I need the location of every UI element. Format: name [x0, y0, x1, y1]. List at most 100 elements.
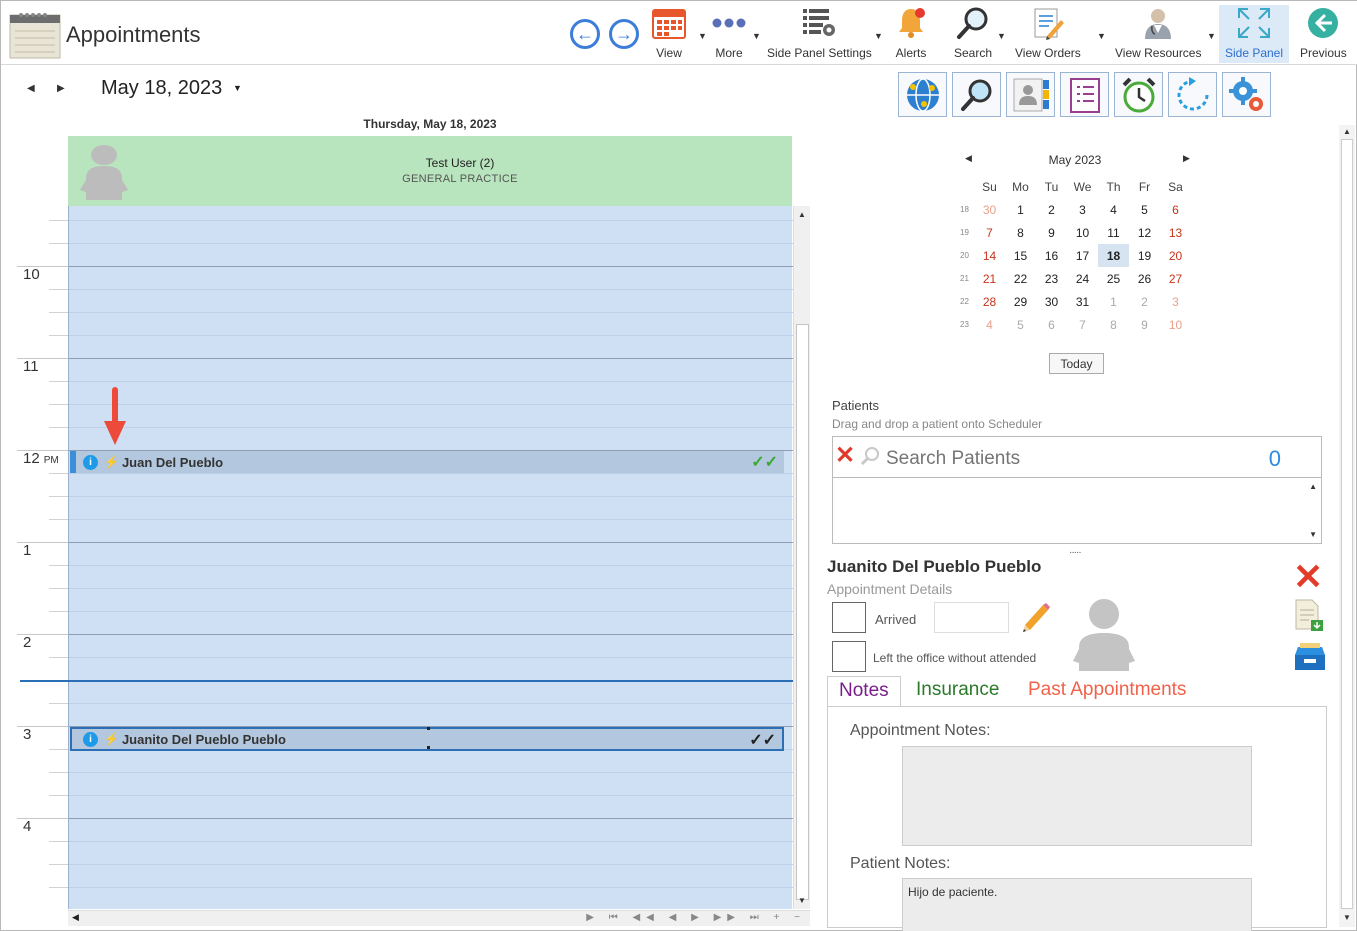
calendar-day-cell[interactable]: 11 [1098, 221, 1129, 244]
appointment-notes-textarea[interactable] [902, 746, 1252, 846]
calendar-day-cell[interactable]: 12 [1129, 221, 1160, 244]
toolbar-view-resources-button[interactable]: View Resources [1115, 5, 1201, 63]
horizontal-scrollbar[interactable]: ◀ ▶ ⏮ ◀◀ ◀ ▶ ▶▶ ⏭ + − [68, 910, 810, 926]
calendar-day-cell[interactable]: 25 [1098, 267, 1129, 290]
tab-insurance[interactable]: Insurance [905, 676, 1010, 706]
calendar-day-cell[interactable]: 30 [974, 198, 1005, 221]
document-download-icon[interactable] [1294, 598, 1324, 632]
scrollbar-thumb[interactable] [796, 324, 809, 900]
calendar-day-cell[interactable]: 7 [1067, 313, 1098, 336]
appointment-juanito-del-pueblo-pueblo[interactable]: i ⚡ Juanito Del Pueblo Pueblo ✓✓ [70, 727, 784, 751]
toolbar-previous-button[interactable]: Previous [1300, 5, 1347, 63]
view-resources-caret[interactable]: ▼ [1207, 31, 1216, 41]
patient-results-list[interactable]: ▲ ▼ [832, 478, 1322, 544]
calendar-day-cell[interactable]: 20 [1160, 244, 1191, 267]
side-panel-contact-card-button[interactable] [1006, 72, 1055, 117]
side-panel-refresh-button[interactable] [1168, 72, 1217, 117]
calendar-next-month-arrow[interactable]: ▶ [1183, 153, 1190, 164]
tab-past-appointments[interactable]: Past Appointments [1017, 676, 1197, 706]
calendar-day-cell[interactable]: 4 [1098, 198, 1129, 221]
calendar-day-cell[interactable]: 10 [1160, 313, 1191, 336]
pencil-edit-icon[interactable] [1019, 601, 1051, 633]
calendar-day-cell[interactable]: 24 [1067, 267, 1098, 290]
info-icon[interactable]: i [83, 731, 98, 747]
view-dropdown-caret[interactable]: ▼ [698, 31, 707, 41]
calendar-day-cell[interactable]: 3 [1067, 198, 1098, 221]
calendar-day-cell[interactable]: 6 [1036, 313, 1067, 336]
toolbar-view-orders-button[interactable]: View Orders [1015, 5, 1081, 63]
calendar-day-cell[interactable]: 28 [974, 290, 1005, 313]
calendar-day-cell[interactable]: 15 [1005, 244, 1036, 267]
calendar-day-cell[interactable]: 1 [1005, 198, 1036, 221]
panel-splitter-handle[interactable]: ····· [1069, 547, 1082, 558]
resize-handle-top[interactable] [427, 727, 430, 730]
calendar-day-cell[interactable]: 8 [1005, 221, 1036, 244]
side-panel-search-button[interactable] [952, 72, 1001, 117]
side-panel-alarm-button[interactable] [1114, 72, 1163, 117]
resource-day-column[interactable]: i ⚡ Juan Del Pueblo ✓✓ i ⚡ Juanito Del P… [68, 206, 793, 909]
scroll-down-arrow[interactable]: ▼ [798, 896, 806, 905]
arrived-time-field[interactable] [934, 602, 1009, 633]
calendar-day-cell[interactable]: 19 [1129, 244, 1160, 267]
calendar-day-cell[interactable]: 26 [1129, 267, 1160, 290]
resize-handle-bottom[interactable] [427, 746, 430, 749]
appointment-juan-del-pueblo[interactable]: i ⚡ Juan Del Pueblo ✓✓ [70, 451, 784, 473]
resource-navigation-buttons[interactable]: ▶ ⏮ ◀◀ ◀ ▶ ▶▶ ⏭ + − [586, 912, 806, 923]
toolbar-side-panel-button[interactable]: Side Panel [1219, 5, 1289, 63]
side-panel-checklist-button[interactable] [1060, 72, 1109, 117]
vertical-scrollbar[interactable]: ▲ ▼ [793, 206, 810, 909]
back-arrow-button[interactable]: ← [570, 19, 600, 49]
clear-search-icon[interactable]: ✕ [835, 444, 855, 468]
calendar-day-cell[interactable]: 9 [1036, 221, 1067, 244]
calendar-today-button[interactable]: Today [1049, 353, 1104, 374]
side-panel-settings-caret[interactable]: ▼ [874, 31, 883, 41]
side-panel-settings-button[interactable] [1222, 72, 1271, 117]
side-scrollbar-thumb[interactable] [1341, 139, 1353, 909]
arrived-checkbox[interactable] [832, 602, 866, 633]
toolbar-alerts-button[interactable]: Alerts [891, 5, 931, 63]
calendar-day-cell[interactable]: 23 [1036, 267, 1067, 290]
calendar-day-cell[interactable]: 3 [1160, 290, 1191, 313]
left-without-attended-checkbox[interactable] [832, 641, 866, 672]
calendar-day-cell[interactable]: 30 [1036, 290, 1067, 313]
calendar-day-cell[interactable]: 5 [1129, 198, 1160, 221]
calendar-day-cell[interactable]: 6 [1160, 198, 1191, 221]
calendar-day-cell[interactable]: 29 [1005, 290, 1036, 313]
side-scroll-down-arrow[interactable]: ▼ [1343, 913, 1351, 922]
calendar-day-cell[interactable]: 10 [1067, 221, 1098, 244]
calendar-day-cell[interactable]: 2 [1129, 290, 1160, 313]
calendar-day-cell[interactable]: 2 [1036, 198, 1067, 221]
search-dropdown-caret[interactable]: ▼ [997, 31, 1006, 41]
scroll-up-arrow[interactable]: ▲ [798, 210, 806, 219]
calendar-day-cell[interactable]: 16 [1036, 244, 1067, 267]
date-picker-caret[interactable]: ▼ [233, 83, 242, 93]
toolbar-view-button[interactable]: View [649, 5, 689, 63]
calendar-day-cell[interactable]: 17 [1067, 244, 1098, 267]
calendar-day-cell[interactable]: 18 [1098, 244, 1129, 267]
calendar-day-cell[interactable]: 8 [1098, 313, 1129, 336]
calendar-day-cell[interactable]: 1 [1098, 290, 1129, 313]
toolbar-search-button[interactable]: Search [953, 5, 993, 63]
calendar-day-cell[interactable]: 22 [1005, 267, 1036, 290]
calendar-day-cell[interactable]: 14 [974, 244, 1005, 267]
calendar-day-cell[interactable]: 5 [1005, 313, 1036, 336]
calendar-day-cell[interactable]: 4 [974, 313, 1005, 336]
next-day-arrow[interactable]: ▶ [57, 83, 65, 94]
calendar-day-cell[interactable]: 27 [1160, 267, 1191, 290]
more-dropdown-caret[interactable]: ▼ [752, 31, 761, 41]
calendar-day-cell[interactable]: 31 [1067, 290, 1098, 313]
delete-appointment-icon[interactable]: ✕ [1293, 559, 1323, 595]
list-scroll-up-arrow[interactable]: ▲ [1309, 482, 1317, 491]
info-icon[interactable]: i [83, 454, 98, 470]
calendar-month-title[interactable]: May 2023 [955, 153, 1195, 167]
scroll-left-arrow[interactable]: ◀ [72, 912, 79, 923]
calendar-day-cell[interactable]: 21 [974, 267, 1005, 290]
calendar-day-cell[interactable]: 7 [974, 221, 1005, 244]
list-scroll-down-arrow[interactable]: ▼ [1309, 530, 1317, 539]
toolbar-more-button[interactable]: More [709, 5, 749, 63]
side-scroll-up-arrow[interactable]: ▲ [1343, 127, 1351, 136]
previous-day-arrow[interactable]: ◀ [27, 83, 35, 94]
calendar-day-cell[interactable]: 9 [1129, 313, 1160, 336]
toolbar-side-panel-settings-button[interactable]: Side Panel Settings [767, 5, 872, 63]
patient-search-input[interactable] [886, 448, 1226, 470]
